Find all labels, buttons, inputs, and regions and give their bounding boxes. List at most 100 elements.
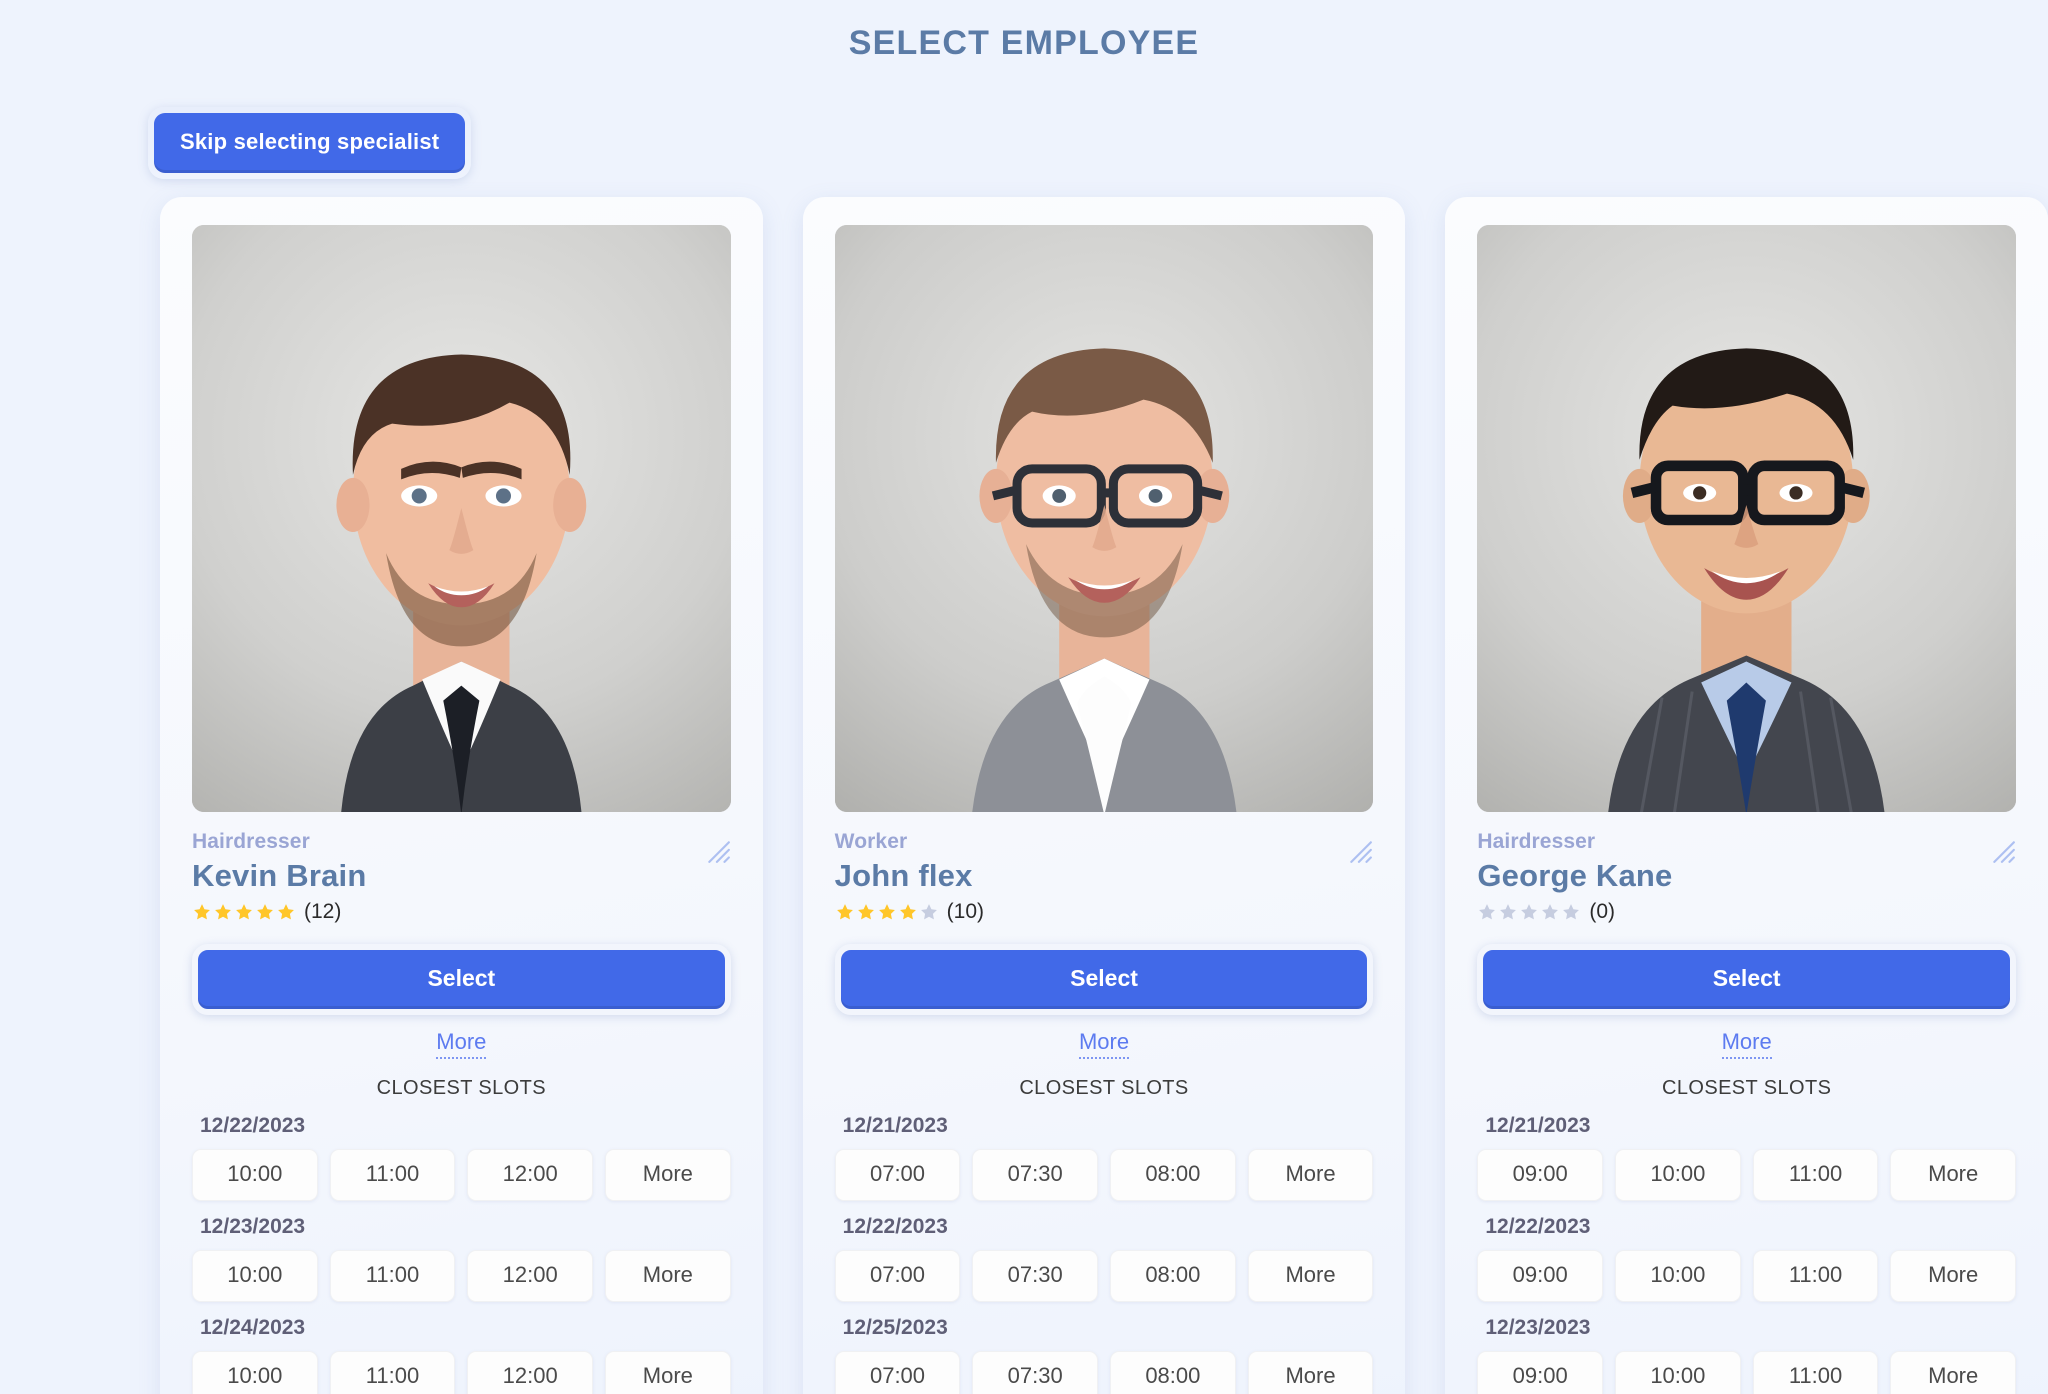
skip-selecting-specialist-button[interactable]: Skip selecting specialist [154,113,466,173]
time-slot[interactable]: 11:00 [329,1250,456,1302]
time-slot-more-button[interactable]: More [1247,1351,1374,1394]
time-slot-more-button[interactable]: More [1247,1149,1374,1201]
slot-date-label: 12/23/2023 [1485,1316,1591,1339]
page-title: SELECT EMPLOYEE [848,24,1200,62]
slot-row: 09:00 10:00 11:00 More [1477,1250,2017,1302]
time-slot[interactable]: 11:00 [1752,1250,1879,1302]
time-slot[interactable]: 10:00 [192,1250,318,1302]
resize-grip-icon [1347,838,1373,864]
time-slot[interactable]: 12:00 [467,1149,594,1201]
employee-card: Worker John flex (10) Select More CLOSES… [802,197,1406,1394]
slot-date-group: 12/22/2023 07:00 07:30 08:00 More [834,1215,1374,1302]
closest-slots-heading: CLOSEST SLOTS [1662,1077,1832,1099]
time-slot[interactable]: 10:00 [192,1351,318,1394]
slot-date-group: 12/22/2023 09:00 10:00 11:00 More [1477,1215,2017,1302]
time-slot-more-button[interactable]: More [1890,1149,2017,1201]
select-employee-button[interactable]: Select [1477,944,2017,1015]
slot-date-label: 12/24/2023 [200,1316,306,1339]
slot-date-label: 12/22/2023 [200,1114,306,1137]
employee-role: Hairdresser [1477,830,1596,853]
employee-card: Hairdresser Kevin Brain (12) Select More… [160,197,763,1394]
time-slot[interactable]: 07:30 [972,1149,1099,1201]
time-slot[interactable]: 11:00 [329,1351,456,1394]
resize-grip-icon [1990,838,2016,864]
employee-role: Worker [834,830,908,853]
employee-meta: Hairdresser Kevin Brain (12) [192,812,731,924]
slot-date-group: 12/21/2023 07:00 07:30 08:00 More [834,1114,1374,1201]
slot-date-group: 12/21/2023 09:00 10:00 11:00 More [1477,1114,2017,1201]
slot-row: 10:00 11:00 12:00 More [192,1250,731,1302]
time-slot-more-button[interactable]: More [1890,1351,2017,1394]
rating-stars [1477,902,1581,922]
employee-more-link[interactable]: More [436,1029,487,1059]
employee-name: John flex [834,858,973,893]
employee-meta: Hairdresser George Kane (0) [1477,812,2016,924]
slot-row: 09:00 10:00 11:00 More [1477,1149,2017,1201]
employee-card: Hairdresser George Kane (0) Select More … [1445,197,2048,1394]
time-slot[interactable]: 08:00 [1110,1250,1236,1302]
resize-grip-icon [705,838,731,864]
slot-date-group: 12/23/2023 09:00 10:00 11:00 More [1477,1316,2017,1394]
employee-name: Kevin Brain [192,858,367,893]
time-slot[interactable]: 08:00 [1110,1149,1236,1201]
slot-date-label: 12/22/2023 [842,1215,948,1238]
time-slot-more-button[interactable]: More [605,1250,731,1302]
slot-row: 07:00 07:30 08:00 More [834,1351,1374,1394]
time-slot[interactable]: 10:00 [1615,1351,1741,1394]
slot-date-label: 12/22/2023 [1485,1215,1591,1238]
employee-photo [1477,225,2017,812]
rating-stars [192,902,296,922]
time-slot[interactable]: 07:30 [972,1351,1099,1394]
time-slot[interactable]: 12:00 [467,1250,594,1302]
slot-row: 07:00 07:30 08:00 More [834,1250,1374,1302]
rating-count: (12) [304,900,342,923]
time-slot[interactable]: 09:00 [1477,1149,1604,1201]
slot-date-label: 12/21/2023 [842,1114,948,1137]
time-slot-more-button[interactable]: More [1247,1250,1374,1302]
time-slot[interactable]: 10:00 [192,1149,318,1201]
time-slot[interactable]: 07:30 [972,1250,1099,1302]
employee-more-link[interactable]: More [1721,1029,1772,1059]
slot-date-label: 12/21/2023 [1485,1114,1591,1137]
employee-rating: (12) [192,900,731,924]
time-slot[interactable]: 08:00 [1110,1351,1236,1394]
skip-button-wrapper: Skip selecting specialist [148,107,472,179]
time-slot-more-button[interactable]: More [605,1351,731,1394]
time-slot[interactable]: 09:00 [1477,1250,1604,1302]
rating-count: (10) [946,900,985,923]
slot-row: 10:00 11:00 12:00 More [192,1149,731,1201]
slot-date-group: 12/24/2023 10:00 11:00 12:00 More [192,1316,731,1394]
select-employee-button[interactable]: Select [192,944,731,1015]
employee-photo [834,225,1374,812]
employee-cards-row: Hairdresser Kevin Brain (12) Select More… [160,197,2048,1394]
time-slot[interactable]: 09:00 [1477,1351,1604,1394]
time-slot-more-button[interactable]: More [1890,1250,2017,1302]
slot-date-group: 12/25/2023 07:00 07:30 08:00 More [834,1316,1374,1394]
slot-date-group: 12/22/2023 10:00 11:00 12:00 More [192,1114,731,1201]
slot-row: 10:00 11:00 12:00 More [192,1351,731,1394]
employee-rating: (10) [835,900,1374,924]
time-slot[interactable]: 07:00 [834,1250,961,1302]
time-slot[interactable]: 12:00 [467,1351,594,1394]
select-employee-button[interactable]: Select [834,944,1374,1015]
time-slot[interactable]: 10:00 [1615,1149,1741,1201]
employee-name: George Kane [1477,858,1673,893]
time-slot[interactable]: 07:00 [834,1351,961,1394]
time-slot[interactable]: 07:00 [834,1149,961,1201]
employee-meta: Worker John flex (10) [835,812,1374,924]
time-slot[interactable]: 11:00 [1752,1149,1879,1201]
time-slot[interactable]: 11:00 [329,1149,456,1201]
employee-role: Hairdresser [192,830,310,853]
slot-row: 07:00 07:30 08:00 More [834,1149,1374,1201]
rating-stars [835,902,939,922]
select-employee-page: SELECT EMPLOYEE Skip selecting specialis… [0,0,2048,1394]
slot-date-label: 12/25/2023 [842,1316,948,1339]
employee-photo [192,225,731,812]
time-slot[interactable]: 10:00 [1615,1250,1741,1302]
closest-slots-heading: CLOSEST SLOTS [1019,1077,1189,1099]
employee-more-link[interactable]: More [1078,1029,1130,1059]
slot-date-label: 12/23/2023 [200,1215,306,1238]
time-slot[interactable]: 11:00 [1752,1351,1879,1394]
slot-date-group: 12/23/2023 10:00 11:00 12:00 More [192,1215,731,1302]
time-slot-more-button[interactable]: More [605,1149,731,1201]
